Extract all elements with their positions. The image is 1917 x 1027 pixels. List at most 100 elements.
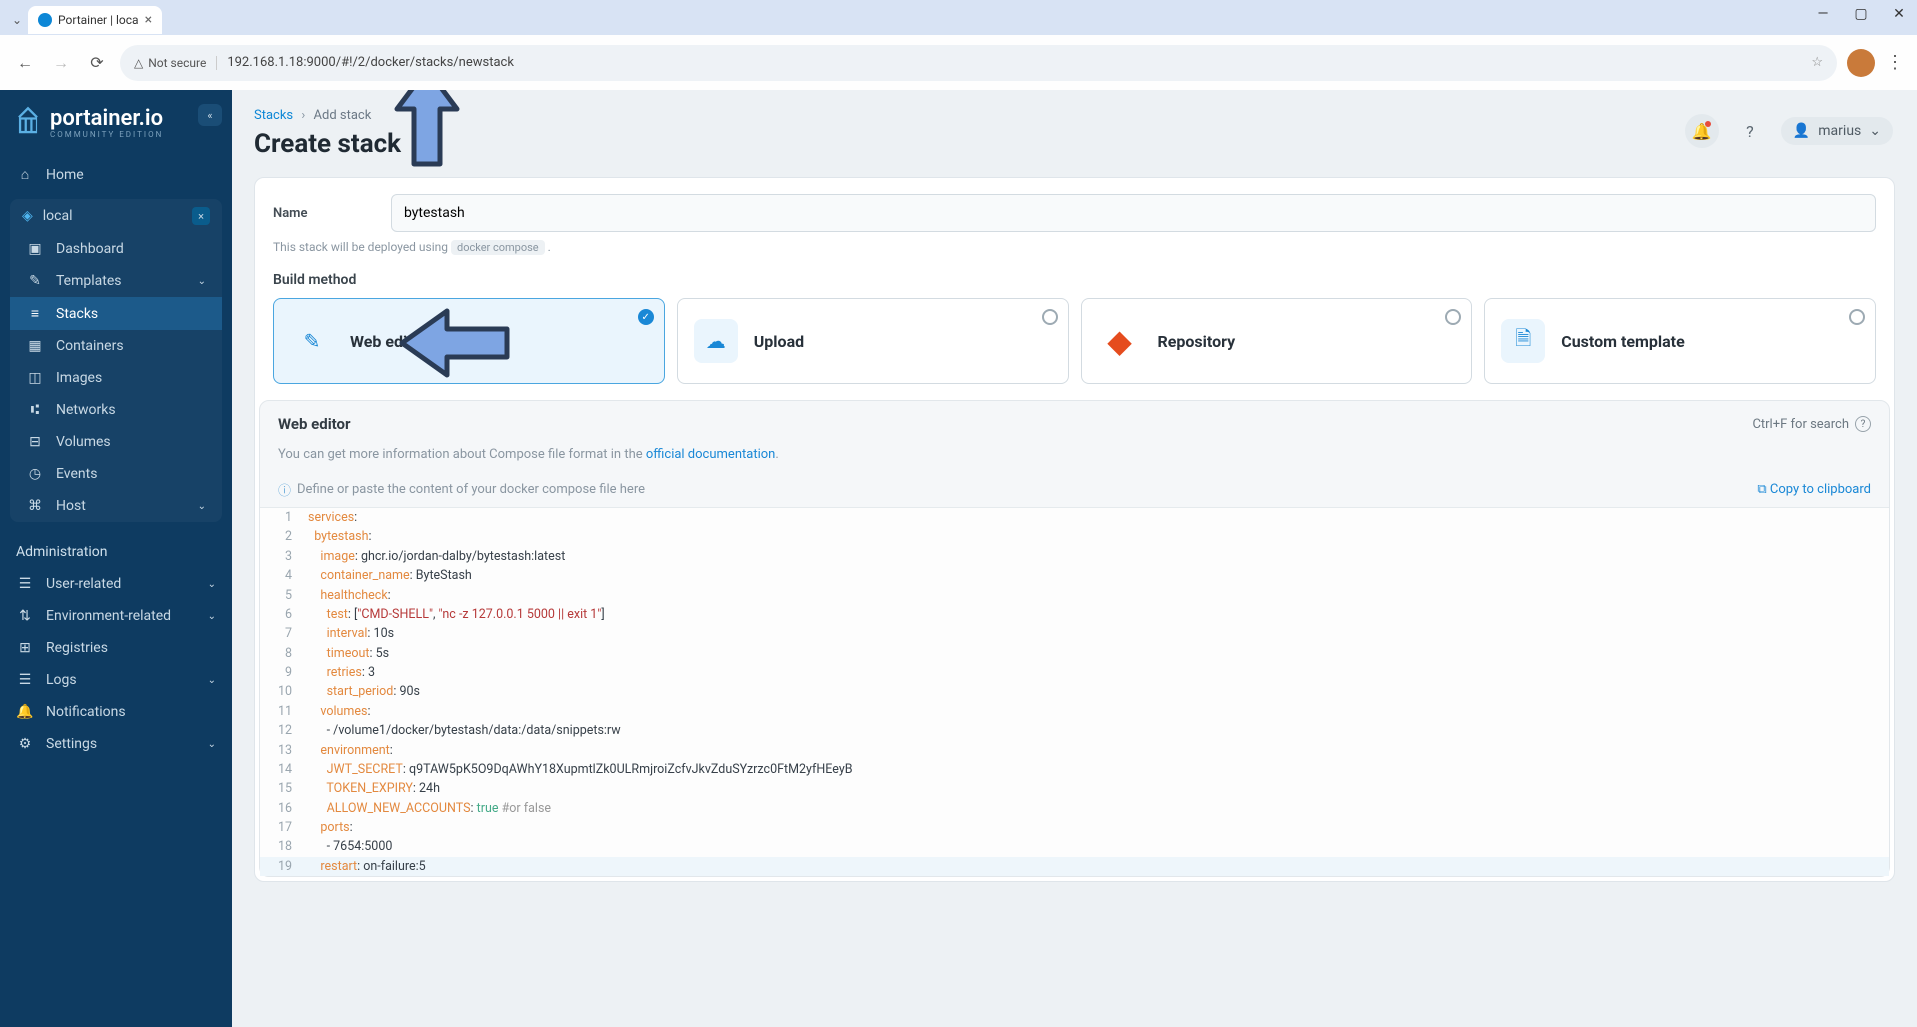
- stack-form-card: Name This stack will be deployed using d…: [254, 177, 1895, 882]
- code-line[interactable]: 14 JWT_SECRET: q9TAW5pK5O9DqAWhY18Xupmtl…: [260, 760, 1889, 779]
- item-icon: ☰: [16, 576, 34, 592]
- code-line[interactable]: 18 - 7654:5000: [260, 837, 1889, 856]
- code-line[interactable]: 17 ports:: [260, 818, 1889, 837]
- bookmark-icon[interactable]: ☆: [1811, 55, 1823, 70]
- item-icon: ⊟: [26, 434, 44, 450]
- tab-list-chevron-icon[interactable]: ⌄: [6, 13, 28, 27]
- item-icon: ⊞: [16, 640, 34, 656]
- code-line[interactable]: 8 timeout: 5s: [260, 644, 1889, 663]
- breadcrumb: Stacks › Add stack: [254, 108, 1895, 123]
- close-tab-icon[interactable]: ×: [145, 12, 152, 28]
- code-line[interactable]: 7 interval: 10s: [260, 624, 1889, 643]
- build-method-upload[interactable]: ☁Upload: [677, 298, 1069, 384]
- brand-logo-icon: [14, 106, 42, 140]
- back-button[interactable]: ←: [12, 53, 38, 73]
- code-line[interactable]: 16 ALLOW_NEW_ACCOUNTS: true #or false: [260, 799, 1889, 818]
- sidebar-item-events[interactable]: ◷Events: [10, 458, 222, 490]
- build-method-custom-template[interactable]: 🗎Custom template: [1484, 298, 1876, 384]
- chevron-down-icon: ⌄: [208, 579, 216, 590]
- code-line[interactable]: 11 volumes:: [260, 702, 1889, 721]
- build-method-repository[interactable]: ◆Repository: [1081, 298, 1473, 384]
- line-number: 1: [260, 508, 300, 527]
- sidebar-item-volumes[interactable]: ⊟Volumes: [10, 426, 222, 458]
- chevron-down-icon: ⌄: [1869, 123, 1881, 139]
- line-number: 3: [260, 547, 300, 566]
- help-button[interactable]: ?: [1733, 114, 1767, 148]
- reload-button[interactable]: ⟳: [84, 53, 110, 72]
- editor-search-hint: Ctrl+F for search ?: [1752, 416, 1871, 432]
- code-line[interactable]: 2 bytestash:: [260, 527, 1889, 546]
- code-line[interactable]: 1services:: [260, 508, 1889, 527]
- deploy-hint: This stack will be deployed using docker…: [273, 240, 1876, 254]
- line-number: 6: [260, 605, 300, 624]
- help-icon: ?: [1855, 416, 1871, 432]
- sidebar-item-networks[interactable]: ⑆Networks: [10, 394, 222, 426]
- stack-name-input[interactable]: [391, 194, 1876, 232]
- code-line[interactable]: 10 start_period: 90s: [260, 682, 1889, 701]
- sidebar-item-containers[interactable]: ▦Containers: [10, 330, 222, 362]
- minimize-button[interactable]: ―: [1813, 6, 1833, 22]
- item-icon: 🔔: [16, 704, 34, 720]
- line-number: 16: [260, 799, 300, 818]
- sidebar-environment-group: ◈ local × ▣Dashboard✎Templates⌄≡Stacks▦C…: [10, 199, 222, 522]
- item-icon: ⇅: [16, 608, 34, 624]
- window-controls: ― ▢ ✕: [1813, 6, 1909, 22]
- annotation-arrow-name: [382, 90, 472, 204]
- address-bar[interactable]: △ Not secure 192.168.1.18:9000/#!/2/dock…: [120, 45, 1837, 81]
- code-line[interactable]: 15 TOKEN_EXPIRY: 24h: [260, 779, 1889, 798]
- sidebar-item-images[interactable]: ◫Images: [10, 362, 222, 394]
- sidebar-item-home[interactable]: ⌂ Home: [0, 158, 232, 191]
- line-number: 17: [260, 818, 300, 837]
- close-window-button[interactable]: ✕: [1889, 6, 1909, 22]
- docker-icon: ◈: [22, 208, 33, 224]
- code-line[interactable]: 9 retries: 3: [260, 663, 1889, 682]
- browser-tab[interactable]: Portainer | loca ×: [28, 6, 162, 34]
- collapse-sidebar-button[interactable]: «: [198, 104, 222, 126]
- sidebar-item-stacks[interactable]: ≡Stacks: [10, 297, 222, 330]
- sidebar-item-host[interactable]: ⌘Host⌄: [10, 490, 222, 522]
- forward-button[interactable]: →: [48, 53, 74, 73]
- sidebar-item-logs[interactable]: ☰Logs⌄: [0, 664, 232, 696]
- warning-icon: △: [134, 56, 143, 70]
- item-icon: ⌘: [26, 498, 44, 514]
- code-line[interactable]: 6 test: ["CMD-SHELL", "nc -z 127.0.0.1 5…: [260, 605, 1889, 624]
- code-line[interactable]: 3 image: ghcr.io/jordan-dalby/bytestash:…: [260, 547, 1889, 566]
- close-env-icon[interactable]: ×: [192, 207, 210, 225]
- copy-to-clipboard-button[interactable]: ⧉ Copy to clipboard: [1757, 482, 1871, 497]
- browser-menu-icon[interactable]: ⋮: [1885, 52, 1905, 73]
- maximize-button[interactable]: ▢: [1851, 6, 1871, 22]
- code-line[interactable]: 12 - /volume1/docker/bytestash/data:/dat…: [260, 721, 1889, 740]
- radio-indicator: [1849, 309, 1865, 325]
- chevron-down-icon: ⌄: [208, 739, 216, 750]
- line-number: 5: [260, 586, 300, 605]
- sidebar-item-dashboard[interactable]: ▣Dashboard: [10, 233, 222, 265]
- compose-code-editor[interactable]: 1services:2 bytestash:3 image: ghcr.io/j…: [260, 507, 1889, 876]
- chevron-down-icon: ⌄: [208, 675, 216, 686]
- code-line[interactable]: 13 environment:: [260, 741, 1889, 760]
- notifications-button[interactable]: 🔔: [1685, 114, 1719, 148]
- sidebar-item-user-related[interactable]: ☰User-related⌄: [0, 568, 232, 600]
- sidebar-item-registries[interactable]: ⊞Registries: [0, 632, 232, 664]
- line-number: 13: [260, 741, 300, 760]
- code-line[interactable]: 5 healthcheck:: [260, 586, 1889, 605]
- profile-avatar[interactable]: [1847, 49, 1875, 77]
- sidebar-item-settings[interactable]: ⚙Settings⌄: [0, 728, 232, 760]
- brand-name: portainer.io: [50, 108, 163, 130]
- item-icon: ☰: [16, 672, 34, 688]
- line-number: 10: [260, 682, 300, 701]
- sidebar-env-header[interactable]: ◈ local ×: [10, 199, 222, 233]
- line-number: 9: [260, 663, 300, 682]
- docs-link[interactable]: official documentation: [646, 447, 775, 462]
- sidebar-item-notifications[interactable]: 🔔Notifications: [0, 696, 232, 728]
- code-line[interactable]: 19 restart: on-failure:5: [260, 857, 1889, 876]
- item-icon: ▦: [26, 338, 44, 354]
- user-menu[interactable]: 👤 marius ⌄: [1781, 117, 1893, 145]
- breadcrumb-root[interactable]: Stacks: [254, 108, 293, 123]
- sidebar-item-templates[interactable]: ✎Templates⌄: [10, 265, 222, 297]
- line-number: 11: [260, 702, 300, 721]
- editor-title: Web editor: [278, 415, 351, 433]
- code-line[interactable]: 4 container_name: ByteStash: [260, 566, 1889, 585]
- security-indicator[interactable]: △ Not secure: [134, 56, 217, 70]
- sidebar-item-environment-related[interactable]: ⇅Environment-related⌄: [0, 600, 232, 632]
- line-number: 14: [260, 760, 300, 779]
